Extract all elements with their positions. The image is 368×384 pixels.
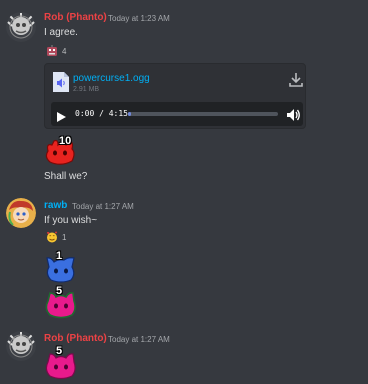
file-size: 2.91 MB [73,86,100,93]
timestamp: Today at 1:27 AM [108,335,170,344]
file-name-link[interactable]: powercurse1.ogg [73,73,150,84]
timestamp: Today at 1:27 AM [72,202,134,211]
avatar[interactable] [6,198,36,228]
reaction-button[interactable]: 4 [44,43,68,59]
sticker-count: 5 [56,345,63,357]
username[interactable]: Rob (Phanto) [44,333,107,344]
progress-fill [128,112,131,116]
message-text: Shall we? [44,171,88,182]
reaction-count: 1 [62,232,67,242]
reaction-count: 4 [62,46,67,56]
robot-face-emoji-icon [46,45,58,57]
progress-bar[interactable] [128,112,278,116]
audio-file-icon [52,71,70,93]
username[interactable]: rawb [44,200,67,211]
audio-player: 0:00 / 4:15 [51,102,303,126]
audio-attachment: powercurse1.ogg 2.91 MB 0:00 / 4:15 [44,63,306,129]
playback-time: 0:00 / 4:15 [75,109,128,118]
download-icon[interactable] [289,72,303,88]
timestamp: Today at 1:23 AM [108,14,170,23]
avatar[interactable] [6,12,36,42]
sticker-count: 5 [56,285,63,297]
message-text: I agree. [44,27,78,38]
volume-icon[interactable] [287,108,300,121]
play-icon[interactable] [57,109,66,122]
avatar[interactable] [6,331,36,361]
sticker-count: 1 [56,250,63,262]
chat-log: Rob (Phanto) Today at 1:23 AM I agree. 4… [0,0,368,384]
smiling-face-with-hearts-emoji-icon [46,231,58,243]
message-text: If you wish~ [44,215,98,226]
sticker-count: 10 [59,135,72,147]
reaction-button[interactable]: 1 [44,229,68,245]
username[interactable]: Rob (Phanto) [44,12,107,23]
